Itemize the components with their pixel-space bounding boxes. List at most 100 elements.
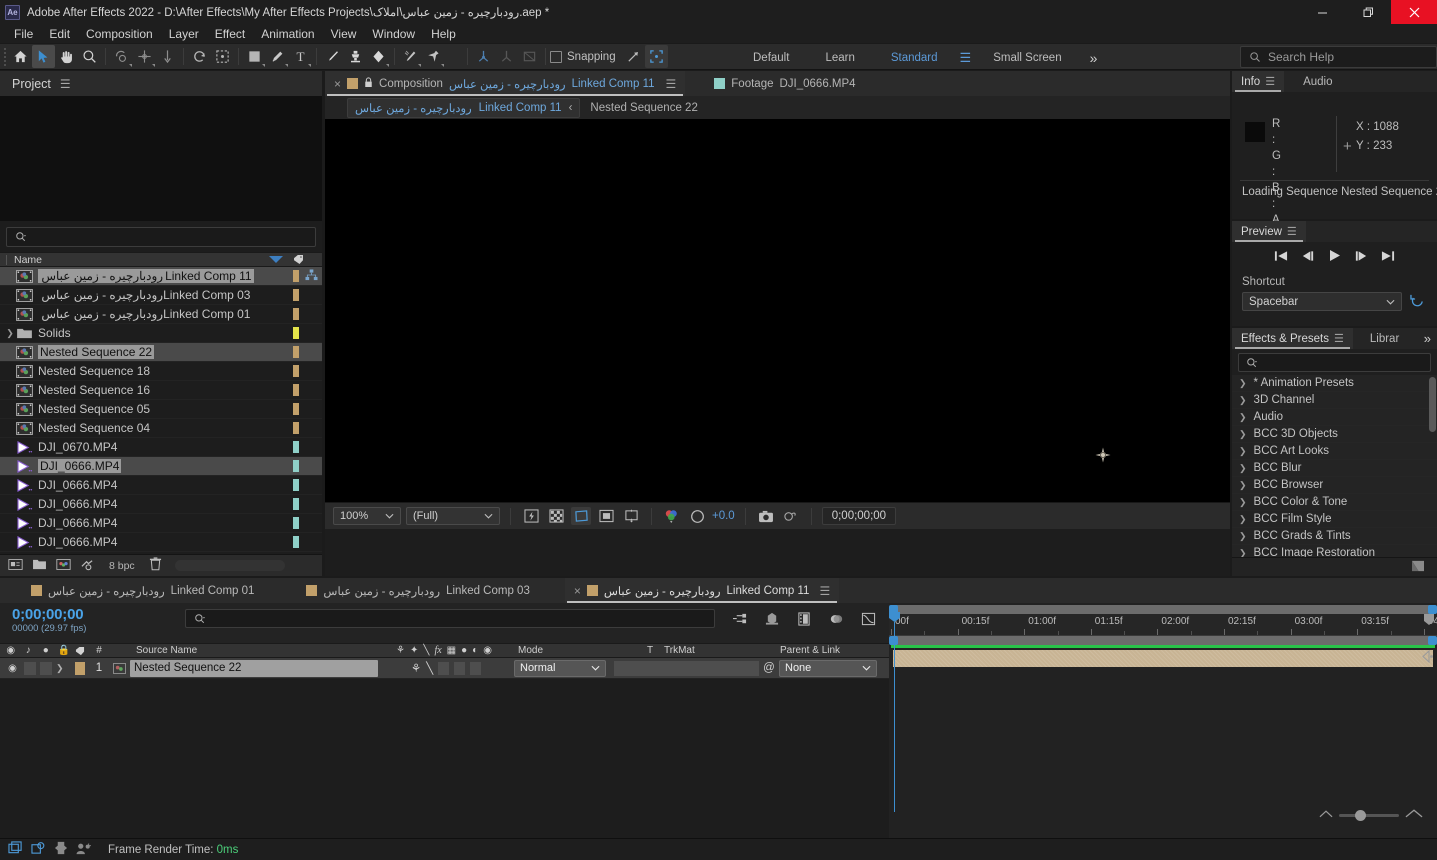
last-frame-icon[interactable] [1381, 250, 1395, 265]
effects-category-row[interactable]: ❯ BCC Art Looks [1232, 443, 1437, 460]
play-icon[interactable] [1328, 249, 1341, 265]
tab-composition-linked-comp-11[interactable]: × Composition رودبارچیره - زمین عباس Lin… [325, 71, 686, 96]
fast-previews-icon[interactable] [521, 507, 541, 525]
comp-marker-icon[interactable] [1423, 614, 1435, 626]
previous-frame-icon[interactable] [1301, 250, 1315, 265]
rotation-tool[interactable] [110, 45, 133, 68]
new-composition-icon[interactable] [8, 558, 23, 574]
workspace-default[interactable]: Default [735, 52, 807, 64]
project-item-label-color[interactable] [293, 365, 299, 377]
effects-category-row[interactable]: ❯ BCC Color & Tone [1232, 494, 1437, 511]
timeline-search-input[interactable] [185, 609, 715, 628]
menu-layer[interactable]: Layer [161, 26, 207, 42]
tab-preview[interactable]: Preview ☰ [1232, 221, 1306, 242]
project-item-label-color[interactable] [293, 479, 299, 491]
folder-twisty-icon[interactable]: ❯ [4, 328, 16, 339]
hamburger-icon[interactable]: ☰ [819, 584, 830, 598]
project-settings-icon[interactable] [56, 558, 71, 574]
effects-category-row[interactable]: ❯ BCC Browser [1232, 477, 1437, 494]
rotobrush-tool[interactable] [188, 45, 211, 68]
tab-effects-and-presets[interactable]: Effects & Presets ☰ [1232, 328, 1353, 349]
project-item-label-color[interactable] [293, 498, 299, 510]
region-of-interest-tool[interactable] [211, 45, 234, 68]
project-item-row[interactable]: رودبارچیره - زمین عباس Linked Comp 11 [0, 267, 322, 286]
effects-overflow-icon[interactable]: » [1424, 331, 1431, 346]
effects-category-row[interactable]: ❯ Audio [1232, 409, 1437, 426]
work-area-end-handle[interactable] [1428, 636, 1437, 645]
interpret-footage-icon[interactable] [80, 558, 95, 574]
layer-parent-select[interactable]: None [779, 659, 877, 677]
roto-brush-tool[interactable] [399, 45, 422, 68]
hamburger-icon[interactable]: ☰ [60, 77, 71, 91]
hamburger-icon[interactable]: ☰ [1334, 332, 1344, 345]
column-trkmat[interactable]: TrkMat [659, 645, 774, 656]
transform-box-icon[interactable] [518, 45, 541, 68]
project-item-row[interactable]: Nested Sequence 16 [0, 381, 322, 400]
title-action-safe-icon[interactable] [621, 507, 641, 525]
current-time-indicator[interactable] [889, 612, 900, 812]
project-item-row[interactable]: ❯ Solids [0, 324, 322, 343]
chevron-right-icon[interactable]: ❯ [1239, 429, 1247, 440]
column-mode[interactable]: Mode [512, 645, 647, 656]
menu-view[interactable]: View [323, 26, 365, 42]
exposure-icon[interactable] [687, 507, 707, 525]
project-item-label-color[interactable] [293, 536, 299, 548]
chevron-right-icon[interactable]: ❯ [1239, 412, 1247, 423]
project-item-row[interactable]: Nested Sequence 22 [0, 343, 322, 362]
snapping-checkbox[interactable] [550, 50, 562, 63]
reset-icon[interactable] [1410, 293, 1425, 310]
menu-composition[interactable]: Composition [78, 26, 161, 42]
snapping-arrow-icon[interactable] [622, 45, 645, 68]
zoom-slider-knob[interactable] [1355, 809, 1366, 821]
menu-animation[interactable]: Animation [253, 26, 322, 42]
composition-mini-flowchart-icon[interactable] [729, 609, 751, 629]
layer-visibility-toggle[interactable]: ◉ [5, 663, 20, 674]
project-item-label-color[interactable] [293, 422, 299, 434]
chevron-right-icon[interactable]: ❯ [1239, 480, 1247, 491]
layer-mode-select[interactable]: Normal [514, 659, 606, 677]
region-of-interest-icon[interactable] [571, 507, 591, 525]
project-item-row[interactable]: DJI_0666.MP4 [0, 514, 322, 533]
layer-duration-bar[interactable] [893, 650, 1433, 667]
workspace-standard[interactable]: Standard [873, 52, 956, 64]
layer-trkmat-select[interactable] [614, 660, 759, 676]
project-item-label-color[interactable] [293, 517, 299, 529]
project-item-label-color[interactable] [293, 327, 299, 339]
project-item-row[interactable]: Nested Sequence 04 [0, 419, 322, 438]
project-item-label-color[interactable] [293, 270, 299, 282]
breadcrumb-current[interactable]: رودبارچیره - زمین عباس Linked Comp 11 ‹ [347, 97, 581, 118]
toolbar-grip[interactable] [0, 43, 9, 70]
close-icon[interactable] [1391, 0, 1437, 24]
breadcrumb-child[interactable]: Nested Sequence 22 [590, 102, 697, 114]
close-icon[interactable]: × [574, 584, 581, 598]
project-item-row[interactable]: DJI_0666.MP4 [0, 457, 322, 476]
work-area-bar[interactable] [889, 605, 1437, 614]
layer-frame-blend-switch[interactable] [454, 661, 466, 675]
timeline-zoom-slider[interactable] [1339, 809, 1399, 821]
workspace-small-screen[interactable]: Small Screen [975, 52, 1079, 64]
transparency-grid-icon[interactable] [546, 507, 566, 525]
workspace-learn[interactable]: Learn [807, 52, 872, 64]
type-tool[interactable]: T [289, 45, 312, 68]
trash-icon[interactable] [149, 557, 162, 574]
layer-audio-toggle[interactable] [24, 661, 36, 675]
work-area-end-handle[interactable] [1428, 605, 1437, 614]
column-index[interactable]: # [90, 645, 108, 656]
zoom-in-icon[interactable] [1405, 808, 1423, 822]
distribute-3d-icon[interactable] [495, 45, 518, 68]
project-item-row[interactable]: Nested Sequence 05 [0, 400, 322, 419]
composition-viewer[interactable] [325, 119, 1230, 502]
project-item-label-color[interactable] [293, 460, 299, 472]
draft-3d-icon[interactable] [761, 609, 783, 629]
take-snapshot-icon[interactable] [756, 507, 776, 525]
new-comp-icon[interactable] [8, 841, 23, 858]
menu-edit[interactable]: Edit [41, 26, 78, 42]
set-anchor-3d-icon[interactable] [472, 45, 495, 68]
timeline-timecode-block[interactable]: 0;00;00;00 00000 (29.97 fps) [0, 603, 185, 634]
hamburger-icon[interactable]: ☰ [1265, 75, 1275, 88]
composition-timecode[interactable]: 0;00;00;00 [821, 507, 897, 525]
chevron-left-icon[interactable]: ‹ [569, 102, 573, 114]
new-folder-icon[interactable] [32, 558, 47, 573]
chevron-right-icon[interactable]: ❯ [1239, 514, 1247, 525]
clone-stamp-tool[interactable] [344, 45, 367, 68]
